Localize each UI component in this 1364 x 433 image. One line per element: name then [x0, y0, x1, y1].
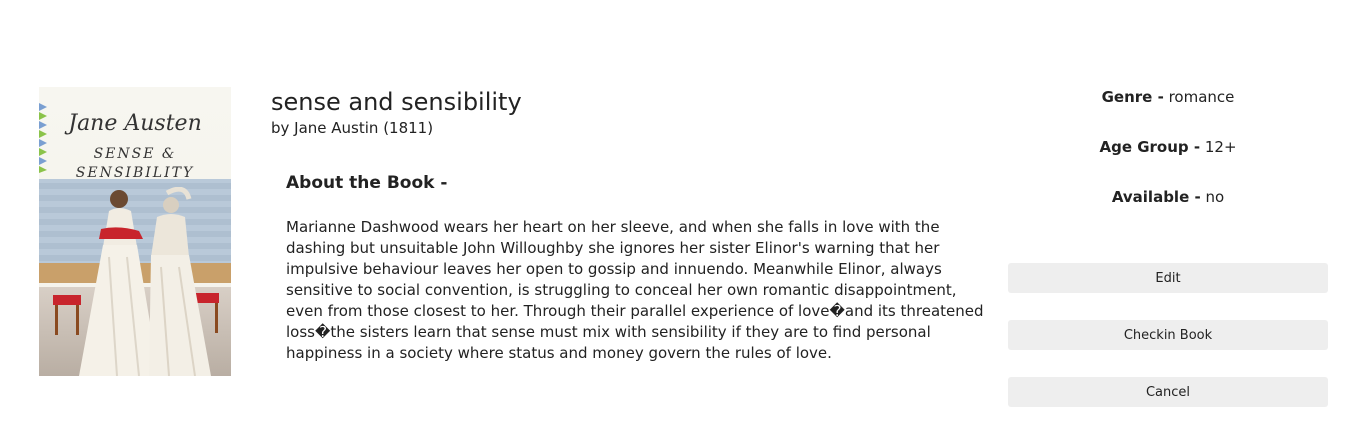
available-row: Available - no: [1008, 188, 1328, 206]
age-group-row: Age Group - 12+: [1008, 138, 1328, 156]
genre-value: romance: [1168, 88, 1235, 106]
book-detail-page: Jane Austen SENSE & SENSIBILITY sense an…: [0, 0, 1364, 433]
edit-button[interactable]: Edit: [1008, 263, 1328, 293]
cover-title-line2: SENSIBILITY: [75, 165, 195, 181]
available-value: no: [1205, 188, 1225, 206]
cover-author: Jane Austen: [68, 111, 202, 136]
cover-figures-illustration: [53, 187, 219, 376]
checkin-book-button[interactable]: Checkin Book: [1008, 320, 1328, 350]
genre-label: Genre -: [1101, 88, 1164, 106]
book-cover-image: Jane Austen SENSE & SENSIBILITY: [39, 87, 231, 376]
about-heading: About the Book -: [286, 173, 448, 193]
cover-title: SENSE & SENSIBILITY: [39, 145, 231, 183]
age-group-label: Age Group -: [1099, 138, 1201, 156]
available-label: Available -: [1111, 188, 1201, 206]
age-group-value: 12+: [1204, 138, 1237, 156]
book-description: Marianne Dashwood wears her heart on her…: [286, 218, 984, 362]
cancel-button[interactable]: Cancel: [1008, 377, 1328, 407]
genre-row: Genre - romance: [1008, 88, 1328, 106]
book-byline: by Jane Austin (1811): [271, 119, 434, 137]
book-title: sense and sensibility: [271, 88, 522, 116]
cover-title-line1: SENSE &: [93, 146, 177, 162]
